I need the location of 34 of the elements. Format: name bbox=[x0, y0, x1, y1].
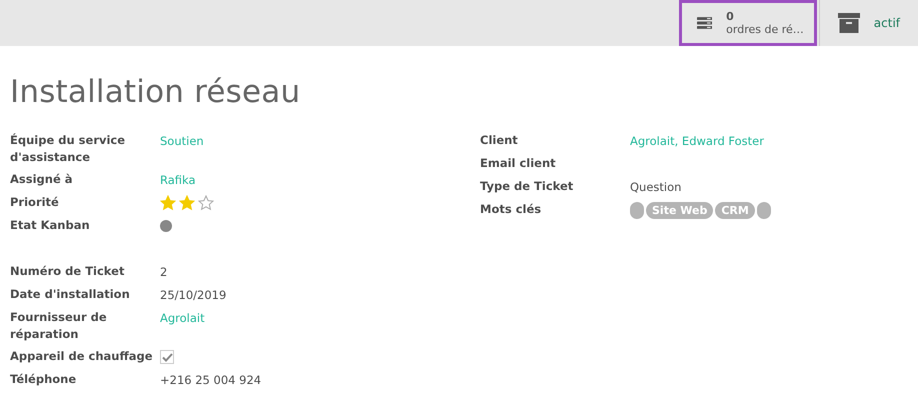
field-label: Priorité bbox=[10, 194, 60, 211]
field-label: Assigné à bbox=[10, 171, 74, 188]
field-label: Date d'installation bbox=[10, 286, 131, 303]
smart-button[interactable]: 0 ordres de ré… bbox=[678, 0, 817, 46]
field-label: Téléphone bbox=[10, 371, 78, 388]
archive-box-icon bbox=[838, 13, 860, 33]
tag: CRM bbox=[715, 202, 755, 218]
field-label: Email client bbox=[480, 155, 557, 172]
field-label: Mots clés bbox=[480, 201, 542, 218]
checkbox[interactable] bbox=[160, 350, 174, 364]
record-title: Installation réseau bbox=[10, 74, 302, 110]
field-link[interactable]: Agrolait, Edward Foster bbox=[630, 134, 764, 148]
field-link[interactable]: Soutien bbox=[160, 134, 204, 148]
field-label: Etat Kanban bbox=[10, 217, 91, 234]
empty-star-icon bbox=[198, 195, 214, 211]
tag: Site Web bbox=[646, 202, 714, 218]
field-value: 25/10/2019 bbox=[160, 288, 226, 302]
field-label: Numéro de Ticket bbox=[10, 263, 126, 280]
field-label: Type de Ticket bbox=[480, 178, 574, 195]
filled-star-icon bbox=[179, 195, 195, 211]
field-value: +216 25 004 924 bbox=[160, 373, 262, 387]
field-link[interactable]: Agrolait bbox=[160, 311, 205, 325]
field-value: 2 bbox=[160, 265, 168, 279]
field-link[interactable]: Rafika bbox=[160, 173, 196, 187]
field-label: Appareil de chauffage bbox=[10, 348, 154, 365]
status-dot[interactable] bbox=[160, 220, 172, 232]
tag-pill bbox=[630, 202, 644, 218]
field-label: Client bbox=[480, 132, 519, 149]
field-label: Équipe du service d'assistance bbox=[10, 132, 126, 166]
filled-star-icon bbox=[160, 195, 176, 211]
priority-stars[interactable] bbox=[160, 195, 214, 211]
field-value: Question bbox=[630, 180, 682, 194]
tag-pill bbox=[756, 202, 771, 218]
field-label: Fournisseur de réparation bbox=[10, 309, 108, 343]
